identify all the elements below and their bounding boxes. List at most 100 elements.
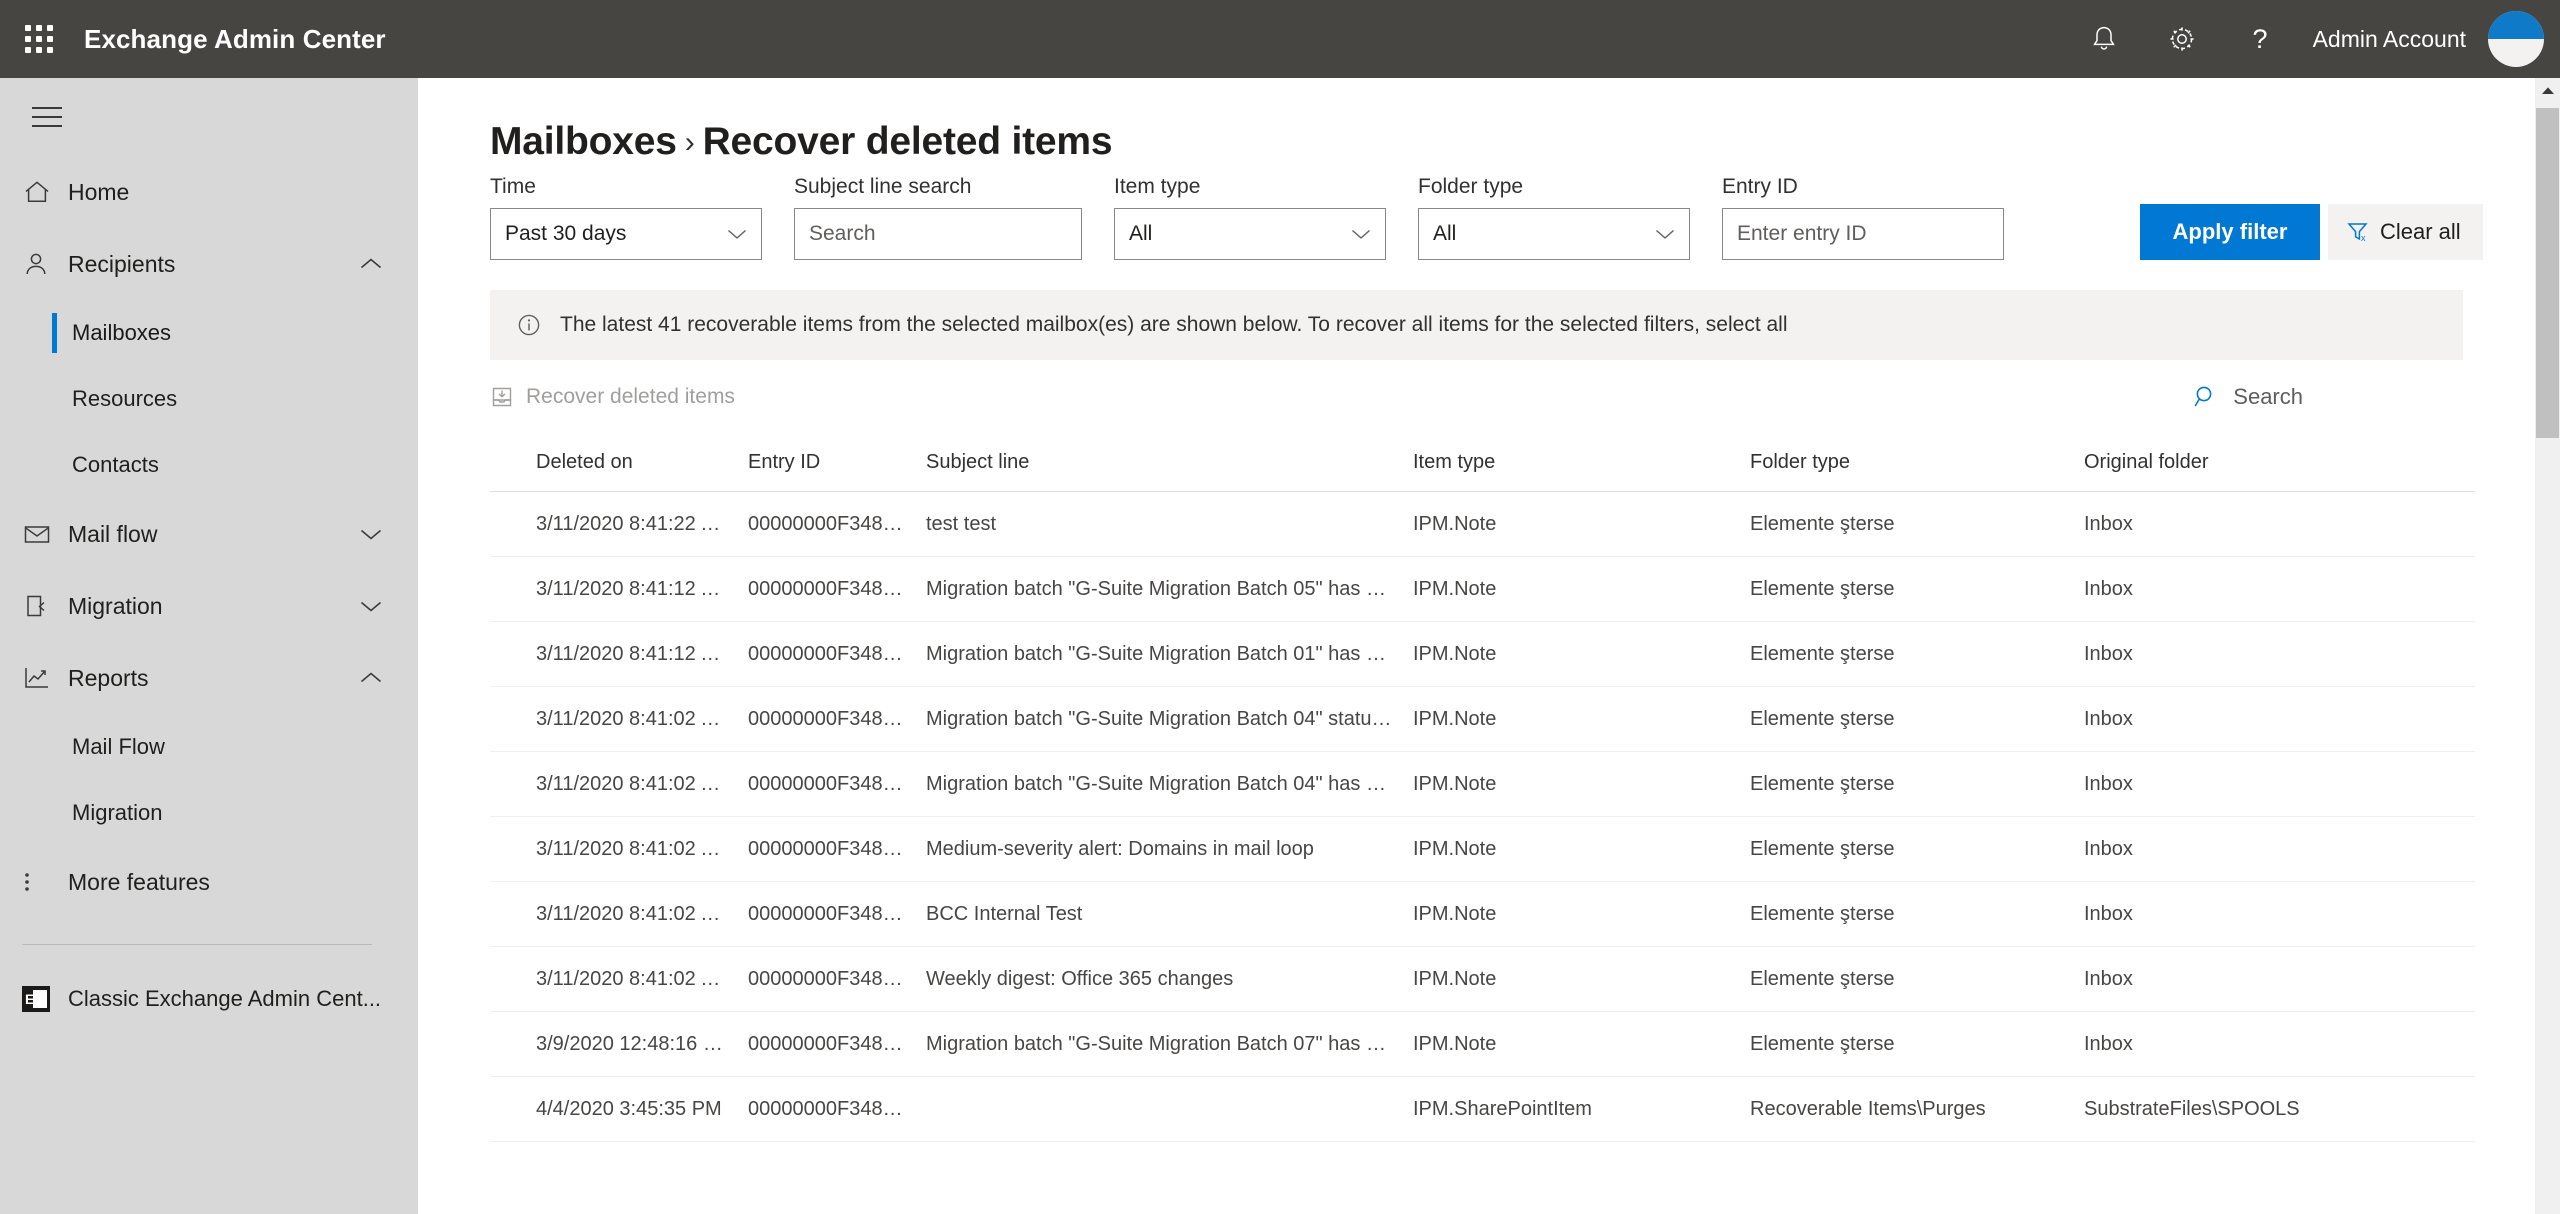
sidebar-item-home[interactable]: Home — [0, 156, 418, 228]
breadcrumb-parent[interactable]: Mailboxes — [490, 120, 677, 163]
sidebar-item-migration[interactable]: Migration — [0, 570, 418, 642]
sidebar-toggle-button[interactable] — [8, 78, 86, 156]
filter-actions: Apply filter x Clear all — [2140, 204, 2483, 260]
notifications-button[interactable] — [2065, 0, 2143, 78]
search-button[interactable]: Search — [2193, 384, 2463, 410]
scroll-up-arrow-icon[interactable] — [2535, 78, 2560, 103]
svg-text:?: ? — [2252, 24, 2267, 54]
home-icon — [22, 178, 68, 206]
column-header-entry-id[interactable]: Entry ID — [748, 451, 926, 474]
cell-deleted-on: 4/4/2020 3:45:35 PM — [536, 1097, 722, 1120]
chevron-up-icon[interactable] — [360, 257, 382, 271]
apply-filter-button[interactable]: Apply filter — [2140, 204, 2320, 260]
cell-subject-line: Migration batch "G-Suite Migration Batch… — [926, 1032, 1413, 1055]
table-row[interactable]: 3/11/2020 8:41:02 AM 00000000F348C6... BCC… — [490, 882, 2475, 947]
sidebar-item-label: Classic Exchange Admin Cent... — [68, 986, 382, 1011]
account-name[interactable]: Admin Account — [2313, 26, 2466, 53]
time-dropdown[interactable]: Past 30 days — [490, 208, 762, 260]
clear-all-button[interactable]: x Clear all — [2328, 204, 2483, 260]
table-row[interactable]: 3/11/2020 8:41:22 AM 00000000F348C6... tes… — [490, 492, 2475, 557]
help-button[interactable]: ? — [2221, 0, 2299, 78]
sidebar-item-label: More features — [68, 868, 210, 895]
sidebar-item-label: Mail flow — [68, 520, 158, 547]
cell-entry-id: 00000000F348C6... — [748, 772, 925, 795]
entry-id-input[interactable]: Enter entry ID — [1737, 222, 1867, 246]
cell-deleted-on: 3/9/2020 12:48:16 PM — [536, 1032, 733, 1055]
subject-search-input[interactable]: Search — [809, 222, 876, 246]
table-row[interactable]: 3/11/2020 8:41:12 AM 00000000F348C6... Mig… — [490, 557, 2475, 622]
suite-header-actions: ? Admin Account — [2065, 0, 2560, 78]
cell-original-folder: Inbox — [2084, 707, 2133, 730]
recover-deleted-items-button[interactable]: Recover deleted items — [490, 385, 735, 409]
cell-subject-line: Migration batch "G-Suite Migration Batch… — [926, 642, 1413, 665]
hamburger-menu-icon — [32, 100, 62, 134]
settings-button[interactable] — [2143, 0, 2221, 78]
sidebar-item-recipients[interactable]: Recipients — [0, 228, 418, 300]
cell-original-folder: Inbox — [2084, 642, 2133, 665]
entry-id-input-wrap[interactable]: Enter entry ID — [1722, 208, 2004, 260]
cell-subject-line: Migration batch "G-Suite Migration Batch… — [926, 707, 1413, 730]
sidebar-item-classic-eac[interactable]: E ╳ Classic Exchange Admin Cent... — [0, 963, 418, 1035]
sidebar-item-more-features[interactable]: More features — [0, 846, 418, 918]
cell-item-type: IPM.Note — [1413, 707, 1497, 730]
column-header-folder-type[interactable]: Folder type — [1750, 451, 2084, 474]
table-row[interactable]: 3/11/2020 8:41:02 AM 00000000F348C6... Wee… — [490, 947, 2475, 1012]
cell-entry-id: 00000000F348C6... — [748, 512, 925, 535]
folder-type-dropdown-value: All — [1433, 222, 1457, 245]
column-header-original-folder[interactable]: Original folder — [2084, 451, 2434, 474]
search-icon — [2193, 384, 2219, 410]
cell-entry-id: 00000000F348C6... — [748, 1032, 925, 1055]
cell-entry-id: 00000000F348C6... — [748, 967, 925, 990]
column-header-subject-line[interactable]: Subject line — [926, 451, 1413, 474]
sidebar-item-reports[interactable]: Reports — [0, 642, 418, 714]
column-header-item-type[interactable]: Item type — [1413, 451, 1750, 474]
filter-clear-icon: x — [2346, 220, 2370, 244]
info-circle-icon — [516, 312, 542, 338]
cell-deleted-on: 3/11/2020 8:41:22 AM — [536, 512, 731, 535]
item-type-dropdown[interactable]: All — [1114, 208, 1386, 260]
vertical-scrollbar[interactable] — [2535, 78, 2560, 1214]
sidebar-item-resources[interactable]: Resources — [0, 366, 418, 432]
recoverable-items-table: Deleted on Entry ID Subject line Item ty… — [490, 434, 2475, 1142]
cell-deleted-on: 3/11/2020 8:41:12 AM — [536, 577, 731, 600]
subject-search-input-wrap[interactable]: Search — [794, 208, 1082, 260]
filter-folder-type: Folder type All — [1418, 175, 1690, 260]
chevron-down-icon[interactable] — [360, 599, 382, 613]
table-row[interactable]: 3/11/2020 8:41:12 AM 00000000F348C6... Mig… — [490, 622, 2475, 687]
table-row[interactable]: 3/11/2020 8:41:02 AM 00000000F348C6... Mig… — [490, 687, 2475, 752]
chevron-down-icon[interactable] — [360, 527, 382, 541]
sidebar-item-mail-flow[interactable]: Mail flow — [0, 498, 418, 570]
cell-entry-id: 00000000F348C6... — [748, 1097, 925, 1120]
table-row[interactable]: 3/9/2020 12:48:16 PM 00000000F348C6... Mig… — [490, 1012, 2475, 1077]
cell-folder-type: Elemente şterse — [1750, 772, 1895, 795]
sidebar-item-label: Mail Flow — [72, 734, 165, 759]
sidebar-item-label: Migration — [68, 592, 163, 619]
cell-deleted-on: 3/11/2020 8:41:12 AM — [536, 642, 731, 665]
sidebar-item-reports-migration[interactable]: Migration — [0, 780, 418, 846]
sidebar-item-label: Recipients — [68, 250, 176, 277]
column-header-deleted-on[interactable]: Deleted on — [490, 451, 748, 474]
ellipsis-vertical-icon — [22, 868, 68, 896]
sidebar-item-reports-mail-flow[interactable]: Mail Flow — [0, 714, 418, 780]
table-header-row: Deleted on Entry ID Subject line Item ty… — [490, 434, 2475, 492]
scrollbar-thumb[interactable] — [2536, 108, 2559, 438]
cell-entry-id: 00000000F348C6... — [748, 902, 925, 925]
breadcrumb-separator-icon: › — [684, 126, 695, 159]
chevron-up-icon[interactable] — [360, 671, 382, 685]
envelope-icon — [22, 521, 68, 547]
cell-folder-type: Elemente şterse — [1750, 837, 1895, 860]
avatar[interactable] — [2488, 11, 2544, 67]
recover-deleted-items-label: Recover deleted items — [526, 385, 735, 408]
cell-original-folder: Inbox — [2084, 577, 2133, 600]
cell-folder-type: Elemente şterse — [1750, 577, 1895, 600]
folder-type-dropdown[interactable]: All — [1418, 208, 1690, 260]
cell-subject-line: Weekly digest: Office 365 changes — [926, 967, 1234, 990]
sidebar-item-contacts[interactable]: Contacts — [0, 432, 418, 498]
table-row[interactable]: 4/4/2020 3:45:35 PM 00000000F348C6... IPM.… — [490, 1077, 2475, 1142]
table-row[interactable]: 3/11/2020 8:41:02 AM 00000000F348C6... Mig… — [490, 752, 2475, 817]
sidebar-item-mailboxes[interactable]: Mailboxes — [0, 300, 418, 366]
chevron-down-icon — [727, 222, 747, 246]
filter-subject-label: Subject line search — [794, 175, 972, 198]
app-launcher-button[interactable] — [0, 0, 78, 78]
table-row[interactable]: 3/11/2020 8:41:02 AM 00000000F348C6... Med… — [490, 817, 2475, 882]
